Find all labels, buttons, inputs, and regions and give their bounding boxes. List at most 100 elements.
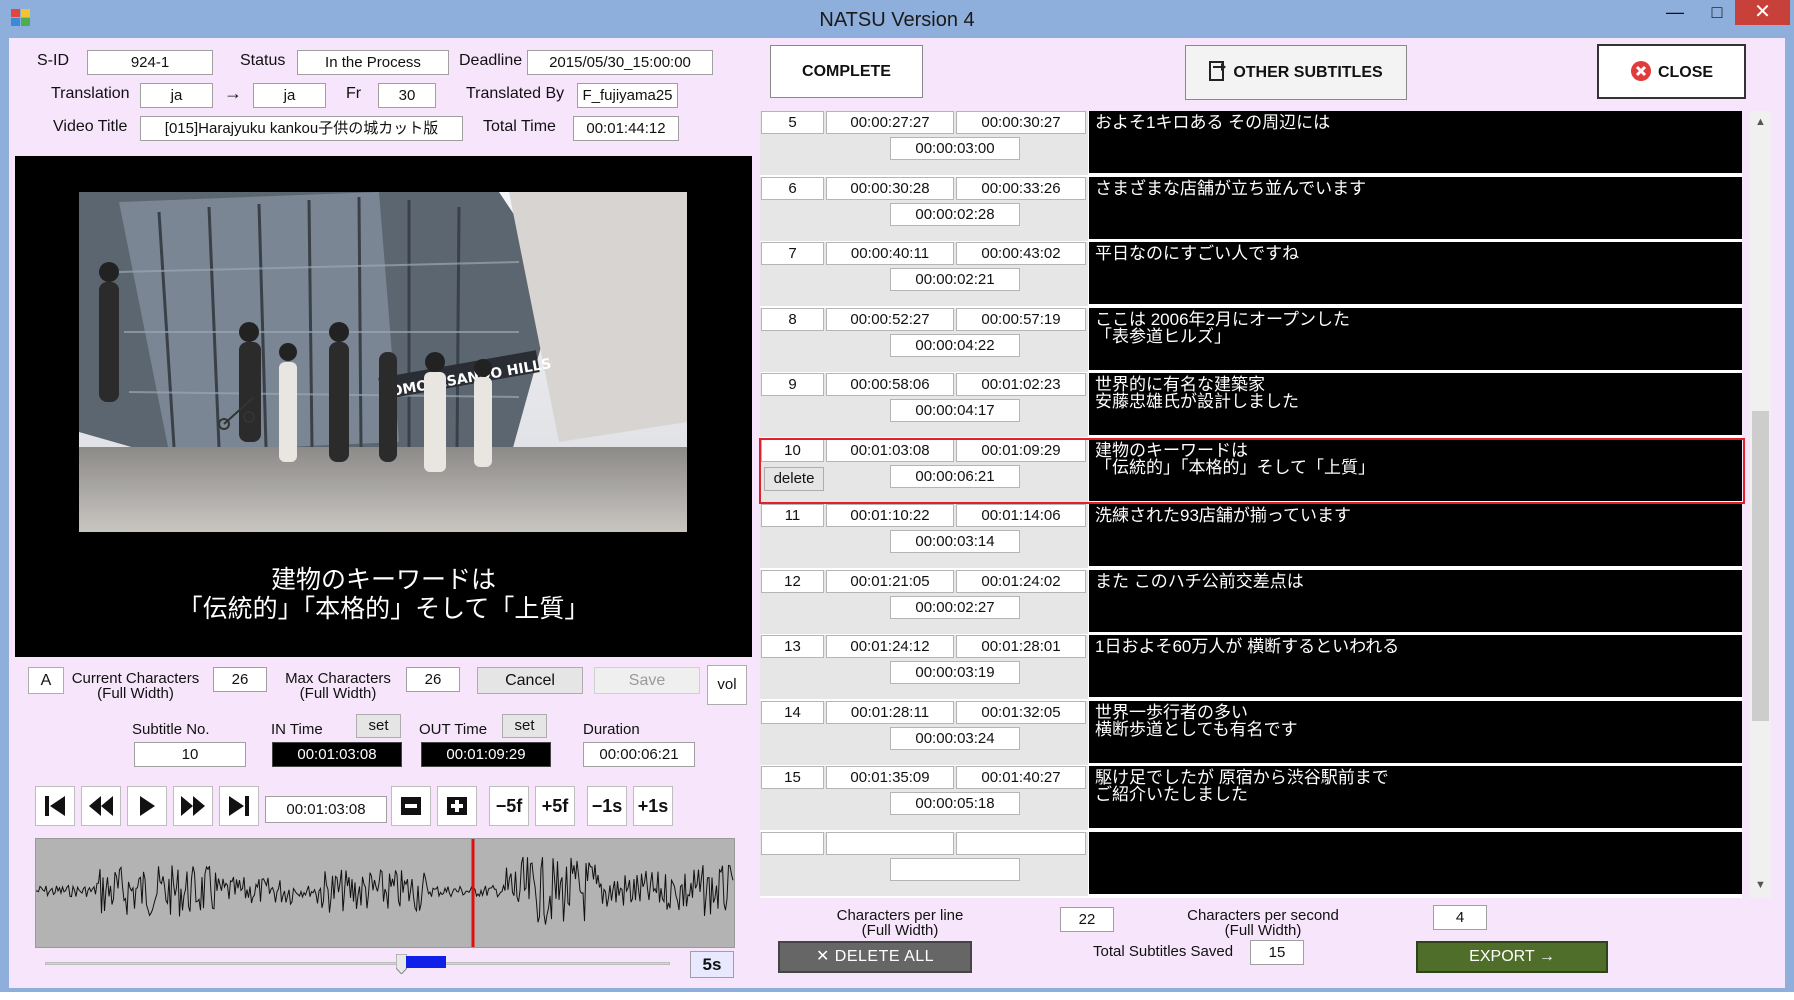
row-in-time[interactable]: 00:01:03:08 bbox=[826, 438, 954, 462]
out-time-field[interactable]: 00:01:09:29 bbox=[421, 742, 551, 767]
row-delete-button[interactable]: delete bbox=[764, 466, 824, 491]
row-in-time[interactable]: 00:01:21:05 bbox=[826, 569, 954, 593]
rewind-button[interactable] bbox=[81, 786, 121, 826]
close-button[interactable]: CLOSE bbox=[1597, 44, 1746, 99]
row-subtitle-text[interactable]: およそ1キロある その周辺には bbox=[1089, 111, 1742, 173]
row-out-time[interactable] bbox=[956, 831, 1086, 855]
video-title-label: Video Title bbox=[53, 118, 128, 135]
minus-5f-button[interactable]: −5f bbox=[489, 786, 529, 826]
row-subtitle-text[interactable]: 1日およそ60万人が 横断するといわれる bbox=[1089, 635, 1742, 697]
save-button[interactable]: Save bbox=[594, 667, 700, 694]
subtitle-row[interactable]: 12 00:01:21:05 00:01:24:02 00:00:02:27 また この… bbox=[760, 569, 1742, 634]
maximize-button[interactable]: □ bbox=[1697, 0, 1737, 25]
scroll-up-icon[interactable]: ▲ bbox=[1755, 116, 1766, 128]
position-field[interactable]: 00:01:03:08 bbox=[265, 796, 387, 823]
row-in-time[interactable]: 00:00:40:11 bbox=[826, 242, 954, 265]
subtitle-row[interactable]: 8 00:00:52:27 00:00:57:19 00:00:04:22 ここは 20… bbox=[760, 307, 1742, 372]
waveform-plot bbox=[35, 839, 734, 947]
video-player[interactable]: OMOTESANDO HILLS 建物のキーワードは 「伝統的」「本格的」そして… bbox=[15, 156, 752, 657]
subtitle-row[interactable] bbox=[760, 831, 1742, 896]
subtitle-row[interactable]: 15 00:01:35:09 00:01:40:27 00:00:05:18 駆け足でし… bbox=[760, 766, 1742, 830]
play-button[interactable] bbox=[127, 786, 167, 826]
row-subtitle-text[interactable]: 世界的に有名な建築家 安藤忠雄氏が設計しました bbox=[1089, 373, 1742, 435]
timeline-slider[interactable] bbox=[45, 962, 670, 965]
skip-to-end-button[interactable] bbox=[219, 786, 259, 826]
row-in-time[interactable]: 00:00:30:28 bbox=[826, 176, 954, 200]
plus-5f-button[interactable]: +5f bbox=[535, 786, 575, 826]
in-set-button[interactable]: set bbox=[356, 714, 401, 738]
subtitle-no-field[interactable]: 10 bbox=[134, 742, 246, 767]
waveform[interactable] bbox=[35, 838, 735, 948]
minimize-button[interactable]: — bbox=[1655, 0, 1695, 25]
row-subtitle-text[interactable]: ここは 2006年2月にオープンした 「表参道ヒルズ」 bbox=[1089, 307, 1742, 370]
row-subtitle-text[interactable]: 駆け足でしたが 原宿から渋谷駅前まで ご紹介いたしました bbox=[1089, 766, 1742, 828]
scrollbar-thumb[interactable] bbox=[1752, 411, 1769, 721]
row-in-time[interactable] bbox=[826, 831, 954, 855]
row-out-time[interactable]: 00:01:02:23 bbox=[956, 373, 1086, 396]
subtitle-row[interactable]: 7 00:00:40:11 00:00:43:02 00:00:02:21 平日なのにす… bbox=[760, 242, 1742, 306]
current-chars-field: 26 bbox=[213, 667, 267, 692]
translated-by-label: Translated By bbox=[466, 85, 565, 102]
font-button[interactable]: A bbox=[28, 667, 64, 694]
row-subtitle-text[interactable]: 平日なのにすごい人ですね bbox=[1089, 242, 1742, 304]
zoom-out-button[interactable] bbox=[391, 786, 431, 826]
scroll-down-icon[interactable]: ▼ bbox=[1755, 879, 1766, 891]
row-out-time[interactable]: 00:00:33:26 bbox=[956, 176, 1086, 200]
row-out-time[interactable]: 00:01:40:27 bbox=[956, 766, 1086, 789]
row-subtitle-text[interactable]: また このハチ公前交差点は bbox=[1089, 569, 1742, 632]
subtitle-row[interactable]: 11 00:01:10:22 00:01:14:06 00:00:03:14 洗練された… bbox=[760, 504, 1742, 568]
row-subtitle-text[interactable]: 世界一歩行者の多い 横断歩道としても有名です bbox=[1089, 700, 1742, 763]
close-circle-icon bbox=[1630, 61, 1651, 81]
skip-to-start-button[interactable] bbox=[35, 786, 75, 826]
row-number: 8 bbox=[761, 307, 824, 331]
row-in-time[interactable]: 00:01:28:11 bbox=[826, 700, 954, 724]
row-duration: 00:00:04:22 bbox=[890, 333, 1020, 357]
subtitle-row[interactable]: 13 00:01:24:12 00:01:28:01 00:00:03:19 1日およそ… bbox=[760, 635, 1742, 699]
row-in-time[interactable]: 00:00:52:27 bbox=[826, 307, 954, 331]
export-button[interactable]: EXPORT → bbox=[1416, 941, 1608, 973]
window-close-button[interactable]: ✕ bbox=[1735, 0, 1790, 25]
row-subtitle-text[interactable]: 洗練された93店舗が揃っています bbox=[1089, 504, 1742, 566]
row-in-time[interactable]: 00:01:24:12 bbox=[826, 635, 954, 658]
row-subtitle-text[interactable]: さまざまな店舗が立ち並んでいます bbox=[1089, 176, 1742, 239]
video-subtitle: 建物のキーワードは 「伝統的」「本格的」そして「上質」 bbox=[15, 566, 752, 624]
other-subtitles-button[interactable]: OTHER SUBTITLES bbox=[1185, 45, 1407, 100]
zoom-in-button[interactable] bbox=[437, 786, 477, 826]
subtitle-row[interactable]: 9 00:00:58:06 00:01:02:23 00:00:04:17 世界的に有名… bbox=[760, 373, 1742, 437]
row-subtitle-text[interactable] bbox=[1089, 831, 1742, 894]
subtitle-list-scrollbar[interactable]: ▲ ▼ bbox=[1750, 111, 1771, 898]
fast-forward-button[interactable] bbox=[173, 786, 213, 826]
row-out-time[interactable]: 00:01:14:06 bbox=[956, 504, 1086, 527]
cpl-field: 22 bbox=[1060, 907, 1114, 932]
complete-button[interactable]: COMPLETE bbox=[770, 45, 923, 98]
row-out-time[interactable]: 00:01:24:02 bbox=[956, 569, 1086, 593]
in-time-field[interactable]: 00:01:03:08 bbox=[272, 742, 402, 767]
out-time-label: OUT Time bbox=[419, 721, 488, 738]
delete-all-button[interactable]: ✕ DELETE ALL bbox=[778, 941, 972, 973]
row-out-time[interactable]: 00:00:57:19 bbox=[956, 307, 1086, 331]
row-out-time[interactable]: 00:01:32:05 bbox=[956, 700, 1086, 724]
arrow-icon: → bbox=[224, 83, 242, 103]
row-subtitle-text[interactable]: 建物のキーワードは 「伝統的」「本格的」そして「上質」 bbox=[1089, 438, 1742, 501]
row-out-time[interactable]: 00:00:43:02 bbox=[956, 242, 1086, 265]
subtitle-row[interactable]: 5 00:00:27:27 00:00:30:27 00:00:03:00 およそ1キロ… bbox=[760, 111, 1742, 175]
row-duration: 00:00:02:21 bbox=[890, 268, 1020, 291]
row-out-time[interactable]: 00:00:30:27 bbox=[956, 111, 1086, 134]
volume-button[interactable]: vol bbox=[707, 665, 747, 705]
row-out-time[interactable]: 00:01:09:29 bbox=[956, 438, 1086, 462]
out-set-button[interactable]: set bbox=[502, 714, 547, 738]
zoom-level-field[interactable]: 5s bbox=[690, 951, 734, 978]
subtitle-row[interactable]: 10 00:01:03:08 00:01:09:29 00:00:06:21 建物のキー… bbox=[760, 438, 1742, 503]
row-in-time[interactable]: 00:00:27:27 bbox=[826, 111, 954, 134]
row-out-time[interactable]: 00:01:28:01 bbox=[956, 635, 1086, 658]
minus-box-icon bbox=[401, 797, 421, 815]
subtitle-row[interactable]: 6 00:00:30:28 00:00:33:26 00:00:02:28 さまざまな店… bbox=[760, 176, 1742, 241]
row-in-time[interactable]: 00:01:35:09 bbox=[826, 766, 954, 789]
subtitle-row[interactable]: 14 00:01:28:11 00:01:32:05 00:00:03:24 世界一歩行… bbox=[760, 700, 1742, 765]
plus-1s-button[interactable]: +1s bbox=[633, 786, 673, 826]
subtitle-list[interactable]: 5 00:00:27:27 00:00:30:27 00:00:03:00 およそ1キロ… bbox=[760, 111, 1742, 898]
row-in-time[interactable]: 00:01:10:22 bbox=[826, 504, 954, 527]
row-in-time[interactable]: 00:00:58:06 bbox=[826, 373, 954, 396]
minus-1s-button[interactable]: −1s bbox=[587, 786, 627, 826]
cancel-button[interactable]: Cancel bbox=[477, 667, 583, 694]
